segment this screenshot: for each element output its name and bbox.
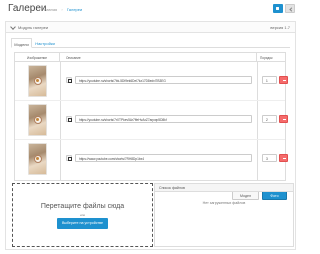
image-icon[interactable] — [66, 155, 72, 161]
order-input[interactable]: 2 — [262, 115, 277, 123]
column-header-image: Изображение — [15, 53, 60, 61]
dropzone-or: или — [79, 213, 86, 217]
back-button[interactable] — [285, 4, 295, 13]
table-row: https://youtube.ru/shorts/7rXTPkev5Ar7ff… — [15, 101, 288, 140]
video-url-input[interactable]: https://youtube.ru/shorts/7bk-5Dt9ek6DeI… — [75, 76, 252, 84]
image-thumbnail[interactable] — [28, 65, 47, 97]
pencil-icon — [10, 24, 16, 30]
tab-bar: Модели Настройки — [11, 38, 290, 48]
file-list-title: Список файлов — [155, 184, 293, 192]
image-icon[interactable] — [66, 116, 72, 122]
save-button[interactable] — [273, 4, 283, 13]
page-header: Галереи Главная › Галереи — [0, 0, 300, 20]
image-thumbnail[interactable] — [28, 143, 47, 175]
panel-title: Модуль галереи — [18, 25, 49, 30]
column-header-description: Описание — [61, 53, 257, 61]
file-dropzone[interactable]: Перетащите файлы сюда или Выберите на ус… — [12, 183, 153, 247]
table-row: https://youtube.ru/shorts/7bk-5Dt9ek6DeI… — [15, 62, 288, 101]
video-url-input[interactable]: https://youtube.ru/shorts/7rXTPkev5Ar7ff… — [75, 115, 252, 123]
image-icon[interactable] — [66, 77, 72, 83]
image-thumbnail[interactable] — [28, 104, 47, 136]
delete-button[interactable] — [279, 76, 288, 84]
table-row: https://www.youtube.com/shorts/7RH8Dp1bx… — [15, 140, 288, 179]
gallery-panel: Модуль галереи версия 1.7 Модели Настрой… — [5, 21, 296, 250]
images-table: Изображение Описание Порядок https://you… — [14, 52, 288, 181]
choose-files-button[interactable]: Выберите на устройстве — [57, 218, 108, 229]
breadcrumb: Главная › Галереи — [42, 7, 85, 12]
breadcrumb-home[interactable]: Главная — [42, 7, 57, 12]
column-header-order: Порядок — [260, 55, 273, 60]
order-input[interactable]: 3 — [262, 154, 277, 162]
delete-button[interactable] — [279, 115, 288, 123]
breadcrumb-separator: › — [61, 7, 63, 12]
video-url-input[interactable]: https://www.youtube.com/shorts/7RH8Dp1bx… — [75, 154, 252, 162]
order-input[interactable]: 1 — [262, 76, 277, 84]
module-version: версия 1.7 — [270, 25, 290, 30]
delete-button[interactable] — [279, 154, 288, 162]
file-list-panel: Список файлов Нет загруженных файлов — [154, 183, 294, 247]
tab-models[interactable]: Модели — [11, 38, 32, 48]
breadcrumb-galleries[interactable]: Галереи — [67, 7, 82, 12]
panel-heading: Модуль галереи версия 1.7 — [6, 22, 295, 33]
file-list-empty: Нет загруженных файлов — [202, 201, 246, 205]
dropzone-text: Перетащите файлы сюда — [40, 203, 125, 210]
page-title: Галереи — [8, 3, 47, 14]
tab-settings[interactable]: Настройки — [34, 38, 56, 48]
